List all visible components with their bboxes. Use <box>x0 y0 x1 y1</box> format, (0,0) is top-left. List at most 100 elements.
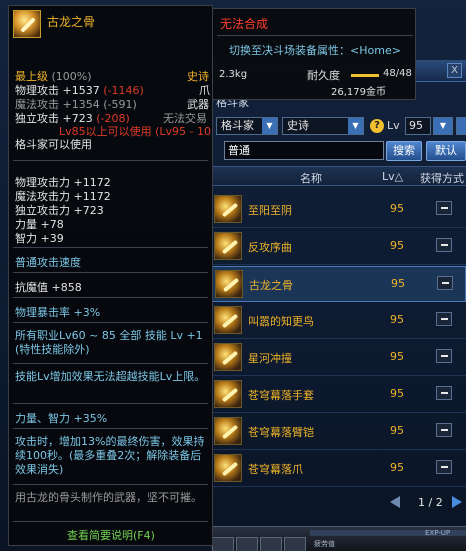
help-icon[interactable]: ? <box>370 119 384 133</box>
table-row[interactable]: 苍穹幕落手套 95 <box>210 377 466 413</box>
weapon-icon <box>214 454 242 482</box>
ind-attack-label: 独立攻击 <box>15 112 59 125</box>
item-flavor-text: 用古龙的骨头制作的武器，坚不可摧。 <box>15 491 202 504</box>
attack-speed: 普通攻击速度 <box>15 256 81 269</box>
class-filter-value: 格斗家 <box>221 119 254 132</box>
divider <box>13 297 208 298</box>
minus-icon[interactable] <box>436 386 452 400</box>
hotkey-slot[interactable] <box>260 537 282 551</box>
default-button[interactable]: 默认 <box>426 141 466 161</box>
durability-bar <box>351 74 379 77</box>
table-row[interactable]: 星河冲撞 95 <box>210 340 466 376</box>
crit-rate: 物理暴击率 +3% <box>15 306 101 319</box>
row-lv: 95 <box>390 387 404 400</box>
item-name: 古龙之骨 <box>47 15 96 29</box>
item-weight: 2.3kg <box>219 69 248 80</box>
hotkey-slot[interactable] <box>236 537 258 551</box>
bottom-hud: EXP-UP 疲劳值 <box>210 526 466 551</box>
sort-toggle[interactable] <box>456 117 466 135</box>
row-lv: 95 <box>390 239 404 252</box>
divider <box>217 35 413 36</box>
col-source-header[interactable]: 获得方式 <box>420 170 464 186</box>
col-name-header[interactable]: 名称 <box>300 170 322 186</box>
minus-icon[interactable] <box>436 201 452 215</box>
skill-bonus: 所有职业Lv60 ~ 85 全部 技能 Lv +1 (特性技能除外) <box>15 329 203 356</box>
minus-icon[interactable] <box>436 460 452 474</box>
divider <box>13 247 208 248</box>
weapon-icon <box>214 232 242 260</box>
exp-label: EXP-UP <box>425 529 451 537</box>
prev-page-icon[interactable] <box>390 496 400 508</box>
hotkey-slot[interactable] <box>284 537 306 551</box>
weapon-icon <box>214 380 242 408</box>
divider <box>13 428 208 429</box>
table-row[interactable]: 苍穹幕落臂铠 95 <box>210 414 466 450</box>
row-name: 古龙之骨 <box>249 279 293 292</box>
weapon-icon <box>215 270 243 298</box>
pagination: 1 / 2 <box>388 494 466 512</box>
divider <box>13 322 208 323</box>
row-name: 苍穹幕落臂铠 <box>248 426 314 439</box>
skill-note: 技能Lv增加效果无法超越技能Lv上限。 <box>15 370 206 383</box>
row-lv: 95 <box>390 350 404 363</box>
hotkey-slot[interactable] <box>212 537 234 551</box>
row-lv: 95 <box>391 277 405 290</box>
minus-icon[interactable] <box>437 276 453 290</box>
row-name: 苍穹幕落手套 <box>248 389 314 402</box>
switch-pvp-stats-hint: 切换至决斗场装备属性：<Home> <box>229 44 401 57</box>
durability-label: 耐久度 <box>307 69 340 82</box>
chevron-down-icon: ▼ <box>434 118 452 134</box>
divider <box>13 403 208 404</box>
col-lv-header[interactable]: Lv△ <box>382 170 403 183</box>
lv-input[interactable]: 95 <box>405 117 431 135</box>
divider <box>13 363 208 364</box>
item-price: 26,179金币 <box>331 87 386 98</box>
item-tooltip-secondary: 无法合成 切换至决斗场装备属性：<Home> 2.3kg 耐久度 48/48 2… <box>212 8 416 100</box>
durability-value: 48/48 <box>383 68 412 79</box>
minus-icon[interactable] <box>436 312 452 326</box>
search-button[interactable]: 搜索 <box>386 141 422 161</box>
table-header: 名称 Lv△ 获得方式 <box>210 166 466 186</box>
table-row[interactable]: 叫嚣的知更鸟 95 <box>210 303 466 339</box>
weapon-icon <box>214 306 242 334</box>
str-int-bonus: 力量、智力 +35% <box>15 412 108 425</box>
weapon-icon <box>214 195 242 223</box>
row-name: 叫嚣的知更鸟 <box>248 315 314 328</box>
table-row[interactable]: 反攻序曲 95 <box>210 229 466 265</box>
filter-row: 格斗家 ▼ 史诗 ▼ ? Lv 95 ▼ <box>210 116 466 136</box>
class-filter-select[interactable]: 格斗家 ▼ <box>216 117 278 135</box>
final-damage-effect: 攻击时，增加13%的最终伤害，效果持续100秒。(最多重叠2次；解除装备后效果消… <box>15 435 205 476</box>
table-row[interactable]: 苍穹幕落爪 95 <box>210 451 466 487</box>
lv-label: Lv <box>387 119 400 132</box>
fatigue-label: 疲劳值 <box>314 540 335 548</box>
chevron-down-icon: ▼ <box>348 118 363 134</box>
cannot-compose-text: 无法合成 <box>220 17 269 31</box>
minus-icon[interactable] <box>436 423 452 437</box>
row-name: 至阳至阴 <box>248 204 292 217</box>
minus-icon[interactable] <box>436 349 452 363</box>
minus-icon[interactable] <box>436 238 452 252</box>
lv-dropdown[interactable]: ▼ <box>433 117 453 135</box>
tooltip-header: 古龙之骨 <box>9 6 212 62</box>
divider <box>13 521 208 522</box>
divider <box>13 484 208 485</box>
row-lv: 95 <box>390 424 404 437</box>
row-name: 星河冲撞 <box>248 352 292 365</box>
rarity-filter-select[interactable]: 史诗 ▼ <box>282 117 364 135</box>
row-name: 反攻序曲 <box>248 241 292 254</box>
row-lv: 95 <box>390 313 404 326</box>
close-icon[interactable]: X <box>447 63 462 78</box>
table-row[interactable]: 至阳至阴 95 <box>210 192 466 228</box>
divider <box>13 160 208 161</box>
table-row-selected[interactable]: 古龙之骨 95 <box>210 266 466 302</box>
rarity-filter-value: 史诗 <box>287 119 309 132</box>
next-page-icon[interactable] <box>452 496 462 508</box>
divider <box>13 272 208 273</box>
search-input[interactable]: 普通 <box>224 141 384 160</box>
row-lv: 95 <box>390 461 404 474</box>
weapon-icon <box>214 343 242 371</box>
chevron-down-icon: ▼ <box>262 118 277 134</box>
class-requirement: 格斗家可以使用 <box>15 138 92 151</box>
view-simple-desc-link[interactable]: 查看简要说明(F4) <box>67 527 155 543</box>
anti-magic-value: 抗魔值 +858 <box>15 281 82 294</box>
